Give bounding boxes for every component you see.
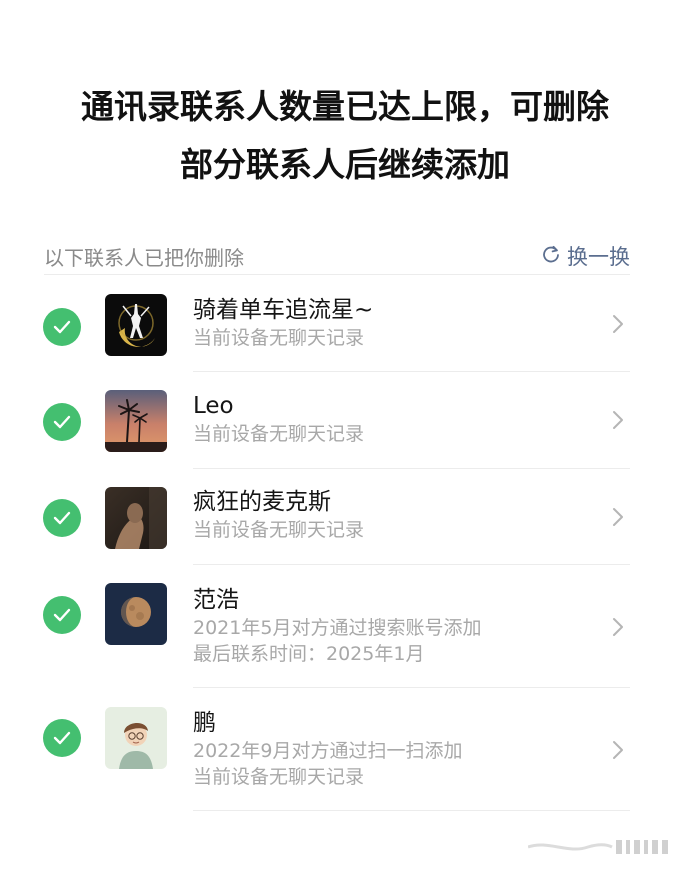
contact-detail: 当前设备无聊天记录 bbox=[193, 423, 365, 445]
section-label: 以下联系人已把你删除 bbox=[44, 245, 244, 270]
contact-name: 骑着单车追流星~ bbox=[193, 297, 374, 323]
chevron-right-icon bbox=[613, 618, 623, 636]
contact-row[interactable]: 鹏 2022年9月对方通过扫一扫添加 当前设备无聊天记录 bbox=[0, 688, 690, 811]
contact-name: Leo bbox=[193, 393, 234, 419]
checkbox-checked[interactable] bbox=[43, 403, 81, 441]
checkbox-checked[interactable] bbox=[43, 719, 81, 757]
contact-detail: 2022年9月对方通过扫一扫添加 bbox=[193, 740, 463, 762]
divider bbox=[193, 810, 630, 811]
contact-info: 范浩 2021年5月对方通过搜索账号添加 最后联系时间：2025年1月 bbox=[193, 585, 481, 667]
page-title-line-1: 通讯录联系人数量已达上限，可删除 bbox=[81, 87, 609, 126]
cartoon-boy-avatar bbox=[105, 707, 167, 769]
contact-name: 范浩 bbox=[193, 587, 239, 613]
checkmark-icon bbox=[53, 511, 71, 525]
contact-name: 鹏 bbox=[193, 710, 216, 736]
checkbox-checked[interactable] bbox=[43, 308, 81, 346]
contact-detail: 当前设备无聊天记录 bbox=[193, 327, 365, 349]
refresh-icon bbox=[541, 244, 561, 268]
chevron-right-icon bbox=[613, 508, 623, 526]
contact-name: 疯狂的麦克斯 bbox=[193, 489, 331, 515]
contact-detail: 最后联系时间：2025年1月 bbox=[193, 643, 425, 665]
dark-portrait-avatar bbox=[105, 487, 167, 549]
contact-detail: 2021年5月对方通过搜索账号添加 bbox=[193, 617, 482, 639]
refresh-button[interactable]: 换一换 bbox=[541, 241, 630, 271]
chevron-right-icon bbox=[613, 315, 623, 333]
contact-row[interactable]: 范浩 2021年5月对方通过搜索账号添加 最后联系时间：2025年1月 bbox=[0, 565, 690, 688]
checkbox-checked[interactable] bbox=[43, 499, 81, 537]
contact-row[interactable]: 骑着单车追流星~ 当前设备无聊天记录 bbox=[0, 275, 690, 372]
checkbox-checked[interactable] bbox=[43, 596, 81, 634]
chevron-right-icon bbox=[613, 411, 623, 429]
contact-info: 骑着单车追流星~ 当前设备无聊天记录 bbox=[193, 295, 373, 351]
watermark-logo bbox=[527, 836, 678, 858]
section-header: 以下联系人已把你删除 换一换 bbox=[44, 238, 630, 274]
refresh-label: 换一换 bbox=[567, 245, 630, 269]
contact-row[interactable]: 疯狂的麦克斯 当前设备无聊天记录 bbox=[0, 469, 690, 565]
contact-info: Leo 当前设备无聊天记录 bbox=[193, 391, 364, 447]
contact-detail: 当前设备无聊天记录 bbox=[193, 766, 365, 788]
page-title: 通讯录联系人数量已达上限，可删除 部分联系人后继续添加 bbox=[0, 78, 690, 194]
checkmark-icon bbox=[53, 415, 71, 429]
contact-info: 鹏 2022年9月对方通过扫一扫添加 当前设备无聊天记录 bbox=[193, 708, 462, 790]
chevron-right-icon bbox=[613, 741, 623, 759]
page-title-line-2: 部分联系人后继续添加 bbox=[180, 145, 510, 184]
checkmark-icon bbox=[53, 320, 71, 334]
sailor-moon-silhouette-avatar bbox=[105, 294, 167, 356]
contact-detail: 当前设备无聊天记录 bbox=[193, 519, 365, 541]
checkmark-icon bbox=[53, 608, 71, 622]
palm-trees-sunset-avatar bbox=[105, 390, 167, 452]
contact-row[interactable]: Leo 当前设备无聊天记录 bbox=[0, 372, 690, 469]
checkmark-icon bbox=[53, 731, 71, 745]
contact-info: 疯狂的麦克斯 当前设备无聊天记录 bbox=[193, 487, 364, 543]
moon-avatar bbox=[105, 583, 167, 645]
